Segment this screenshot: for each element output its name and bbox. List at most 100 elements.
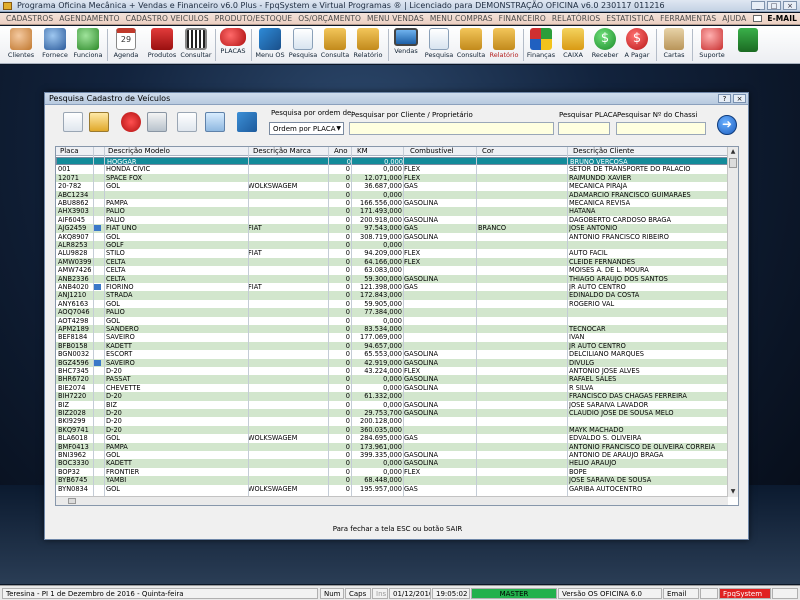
- exit-button[interactable]: [733, 28, 763, 62]
- tools-icon[interactable]: [237, 112, 257, 132]
- table-row[interactable]: AOQ7046 PALIO 0 77.384,000: [56, 308, 728, 317]
- placas-button[interactable]: PLACAS: [218, 28, 248, 62]
- menu-os-button[interactable]: Menu OS: [254, 28, 286, 62]
- menu-relatorios[interactable]: RELATÓRIOS: [549, 14, 603, 23]
- table-row[interactable]: BYN0834 GOL WOLKSWAGEM 0 195.957,000 GAS GARIB…: [56, 485, 728, 493]
- grid-add-icon[interactable]: [205, 112, 225, 132]
- cartas-button[interactable]: Cartas: [659, 28, 689, 62]
- col-placa[interactable]: Placa: [58, 147, 79, 156]
- menu-financeiro[interactable]: FINANCEIRO: [496, 14, 549, 23]
- table-row[interactable]: ANB4020 FIORINO FIAT 0 121.398,000 GAS JR AUTO…: [56, 283, 728, 291]
- table-row[interactable]: 001 HONDA CIVIC 0 0,000 FLEX SETOR DE TRANSPO…: [56, 165, 728, 173]
- caixa-button[interactable]: CAIXA: [558, 28, 588, 62]
- consulta-os-button[interactable]: Consulta: [319, 28, 351, 62]
- consulta-vendas-button[interactable]: Consulta: [455, 28, 487, 62]
- client-search-input[interactable]: [349, 122, 554, 135]
- delete-icon[interactable]: [121, 112, 141, 132]
- table-row[interactable]: ANY6163 GOL 0 59.905,000 ROGERIO VAL: [56, 300, 728, 308]
- relatorio-vendas-button[interactable]: Relatório: [487, 28, 521, 62]
- menu-compras[interactable]: MENU COMPRAS: [427, 14, 496, 23]
- edit-icon[interactable]: [89, 112, 109, 132]
- produtos-button[interactable]: Produtos: [146, 28, 178, 62]
- consultar-button[interactable]: Consultar: [180, 28, 212, 62]
- status-email[interactable]: Email: [663, 588, 699, 599]
- menu-os-orcamento[interactable]: OS/ORÇAMENTO: [295, 14, 364, 23]
- table-row[interactable]: 20-782 GOL WOLKSWAGEM 0 36.687,000 GAS MECANIC…: [56, 182, 728, 190]
- col-ano[interactable]: Ano: [332, 147, 348, 156]
- table-row[interactable]: ALU9828 STILO FIAT 0 94.209,000 FLEX AUTO FACI…: [56, 249, 728, 257]
- table-row[interactable]: AOT4298 GOL 0 0,000: [56, 317, 728, 325]
- fornecedores-button[interactable]: Fornece: [40, 28, 70, 62]
- table-row[interactable]: BHC7345 D-20 0 43.224,000 FLEX ANTONIO JOSE A…: [56, 367, 728, 375]
- table-row[interactable]: AHX3903 PALIO 0 171.493,000 HATANA: [56, 207, 728, 216]
- menu-cadastro-veiculos[interactable]: CADASTRO VEICULOS: [123, 14, 212, 23]
- hscroll-thumb[interactable]: [68, 498, 76, 504]
- table-row[interactable]: BIE2074 CHEVETTE 0 0,000 GASOLINA R SILVA: [56, 384, 728, 392]
- table-row[interactable]: BOC3330 KADETT 0 0,000 GASOLINA HELIO ARAUJO: [56, 459, 728, 468]
- search-go-button[interactable]: ➜: [717, 115, 737, 135]
- table-row[interactable]: BIZ2028 D-20 0 29.753,700 GASOLINA CLAUDIO JO…: [56, 409, 728, 418]
- col-cor[interactable]: Cor: [480, 147, 494, 156]
- col-cliente[interactable]: Descrição Cliente: [571, 147, 634, 156]
- table-row[interactable]: AJG2459 FIAT UNO FIAT 0 97.543,000 GAS BRANCO J…: [56, 224, 728, 233]
- table-row[interactable]: ABC1234 0 0,000 ADAMARCIO FRANCISCO GUIMARA…: [56, 190, 728, 199]
- table-row[interactable]: AMW0399 CELTA 0 64.166,000 FLEX CLEIDE FERNAN…: [56, 257, 728, 267]
- close-button[interactable]: ×: [783, 1, 797, 10]
- scroll-down-icon[interactable]: ▼: [728, 487, 738, 497]
- dialog-help-button[interactable]: ?: [718, 94, 731, 103]
- placa-search-input[interactable]: [558, 122, 610, 135]
- financas-button[interactable]: Finanças: [525, 28, 557, 62]
- pesquisa-os-button[interactable]: Pesquisa: [287, 28, 319, 62]
- menu-produto-estoque[interactable]: PRODUTO/ESTOQUE: [212, 14, 296, 23]
- table-row[interactable]: 12071 SPACE FOX 0 12.071,000 FLEX RAIMUNDO XA…: [56, 173, 728, 183]
- table-row[interactable]: BGZ4596 SAVEIRO 0 42.919,000 GASOLINA DIVULG: [56, 358, 728, 367]
- col-km[interactable]: KM: [355, 147, 368, 156]
- scroll-up-icon[interactable]: ▲: [728, 147, 738, 157]
- dialog-close-button[interactable]: ×: [733, 94, 746, 103]
- chassi-search-input[interactable]: [616, 122, 706, 135]
- print-icon[interactable]: [147, 112, 167, 132]
- funcionarios-button[interactable]: Funciona: [72, 28, 104, 62]
- menu-email[interactable]: E-MAIL: [764, 14, 800, 23]
- menu-agendamento[interactable]: AGENDAMENTO: [56, 14, 122, 23]
- col-marca[interactable]: Descrição Marca: [251, 147, 311, 156]
- grid-horizontal-scrollbar[interactable]: [56, 496, 728, 505]
- table-row[interactable]: BKQ9741 D-20 0 360.035,000 MAYK MACHADO: [56, 425, 728, 435]
- table-row[interactable]: BNI3962 GOL 0 399.335,000 GASOLINA ANTONIO DE…: [56, 451, 728, 459]
- a-pagar-button[interactable]: $ A Pagar: [621, 28, 653, 62]
- table-row[interactable]: BGN0032 ESCORT 0 65.553,000 GASOLINA DELCILIA…: [56, 350, 728, 358]
- table-row[interactable]: BOP32 FRONTIER 0 0,000 FLEX BOPE: [56, 468, 728, 476]
- table-row[interactable]: BFB0158 KADETT 0 94.657,000 JR AUTO CENTRO: [56, 341, 728, 351]
- table-row[interactable]: BLA6018 GOL WOLKSWAGEM 0 284.695,000 GAS EDVAL…: [56, 434, 728, 442]
- add-vehicle-icon[interactable]: [63, 112, 83, 132]
- maximize-button[interactable]: □: [767, 1, 781, 10]
- vendas-button[interactable]: Vendas: [391, 28, 421, 62]
- vehicle-grid[interactable]: Placa Descrição Modelo Descrição Marca A…: [55, 146, 739, 506]
- grid-vertical-scrollbar[interactable]: ▲ ▼: [727, 147, 738, 497]
- clientes-button[interactable]: Clientes: [5, 28, 37, 62]
- menu-ferramentas[interactable]: FERRAMENTAS: [657, 14, 719, 23]
- table-row[interactable]: BIH7220 D-20 0 61.332,000 FRANCISCO DAS CHAG…: [56, 392, 728, 401]
- col-modelo[interactable]: Descrição Modelo: [106, 147, 170, 156]
- menu-vendas[interactable]: MENU VENDAS: [364, 14, 427, 23]
- menu-estatistica[interactable]: ESTATISTICA: [603, 14, 657, 23]
- table-row[interactable]: BIZ BIZ 0 0,000 GASOLINA JOSE SARAIVA LAVADOR: [56, 401, 728, 409]
- pesquisa-vendas-button[interactable]: Pesquisa: [423, 28, 455, 62]
- table-row[interactable]: ALR8253 GOLF 0 0,000: [56, 241, 728, 250]
- scroll-thumb[interactable]: [729, 158, 737, 168]
- relatorio-os-button[interactable]: Relatório: [351, 28, 385, 62]
- menu-ajuda[interactable]: AJUDA: [719, 14, 749, 23]
- list-icon[interactable]: [177, 112, 197, 132]
- table-row[interactable]: ABU8862 PAMPA 0 166.556,000 GASOLINA MECANICA…: [56, 199, 728, 207]
- table-row[interactable]: BHR6720 PASSAT 0 0,000 GASOLINA RAFAEL SALES: [56, 375, 728, 384]
- minimize-button[interactable]: _: [751, 1, 765, 10]
- table-row[interactable]: ANB2336 CELTA 0 59.300,000 GASOLINA THIAGO AR…: [56, 274, 728, 283]
- suporte-button[interactable]: Suporte: [696, 28, 728, 62]
- col-combustivel[interactable]: Combustível: [408, 147, 454, 156]
- table-row[interactable]: ANJ1210 STRADA 0 172.843,000 EDINALDO DA COS…: [56, 291, 728, 300]
- agenda-button[interactable]: 29 Agenda: [111, 28, 141, 62]
- menu-cadastros[interactable]: CADASTROS: [3, 14, 56, 23]
- table-row[interactable]: BMF0413 PAMPA 0 173.961,000 ANTONIO FRANCISC…: [56, 442, 728, 451]
- table-row[interactable]: HOGGAR 0 0,000 BRUNO VERCOSA: [56, 157, 728, 166]
- table-row[interactable]: AKQ8907 GOL 0 308.719,000 GASOLINA ANTONIO FR…: [56, 233, 728, 241]
